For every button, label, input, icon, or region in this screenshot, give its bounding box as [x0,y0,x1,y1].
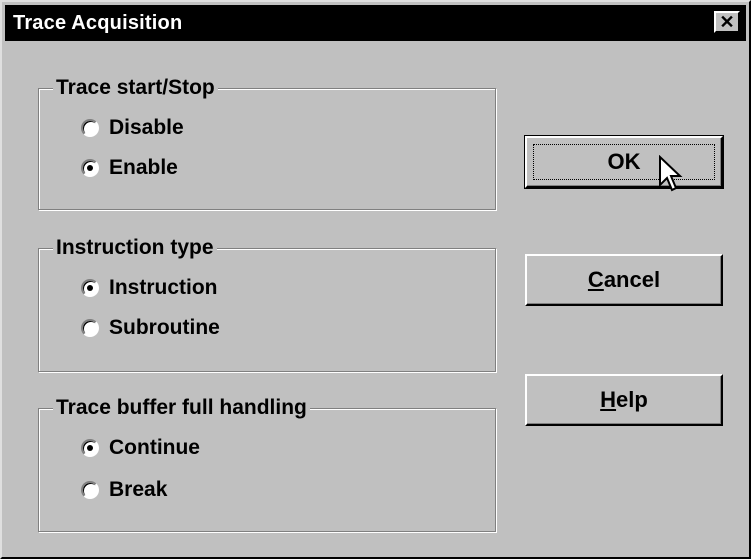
instruction-type-title: Instruction type [53,235,217,261]
radio-break[interactable]: Break [81,477,167,503]
cancel-label-rest: ancel [603,267,661,292]
radio-button-checked-icon[interactable] [81,439,99,457]
radio-button-icon[interactable] [81,319,99,337]
radio-label-enable: Enable [109,156,178,179]
radio-button-checked-icon[interactable] [81,279,99,297]
ok-button[interactable]: OK [524,135,724,189]
cancel-button[interactable]: Cancel [525,254,723,306]
radio-button-icon[interactable] [81,481,99,499]
arrow-pointer-icon [659,155,683,192]
radio-instruction[interactable]: Instruction [81,275,218,301]
close-button[interactable]: ✕ [714,11,740,33]
help-button[interactable]: Help [525,374,723,426]
instruction-type-group: Instruction type Instruction Subroutine [38,235,496,372]
radio-label-break: Break [109,478,168,501]
focus-rectangle [533,144,715,180]
radio-label-continue: Continue [109,436,200,459]
buffer-handling-group: Trace buffer full handling Continue Brea… [38,395,496,532]
help-mnemonic: H [600,387,617,412]
radio-button-icon[interactable] [81,119,99,137]
window-title: Trace Acquisition [13,12,183,34]
radio-label-subroutine: Subroutine [109,316,220,339]
trace-start-stop-title: Trace start/Stop [53,75,218,101]
radio-subroutine[interactable]: Subroutine [81,315,220,341]
help-label-rest: elp [616,387,648,412]
radio-button-checked-icon[interactable] [81,159,99,177]
radio-continue[interactable]: Continue [81,435,200,461]
cancel-button-label: Cancel [588,267,660,293]
help-button-label: Help [600,387,648,413]
cancel-mnemonic: C [587,267,604,292]
trace-acquisition-dialog: Trace Acquisition ✕ Trace start/Stop Dis… [0,0,751,559]
radio-disable[interactable]: Disable [81,115,184,141]
radio-label-disable: Disable [109,116,184,139]
radio-label-instruction: Instruction [109,276,218,299]
trace-start-stop-group: Trace start/Stop Disable Enable [38,75,496,210]
close-icon: ✕ [719,12,735,32]
buffer-handling-title: Trace buffer full handling [53,395,310,421]
radio-enable[interactable]: Enable [81,155,178,181]
title-bar[interactable]: Trace Acquisition ✕ [5,5,746,41]
